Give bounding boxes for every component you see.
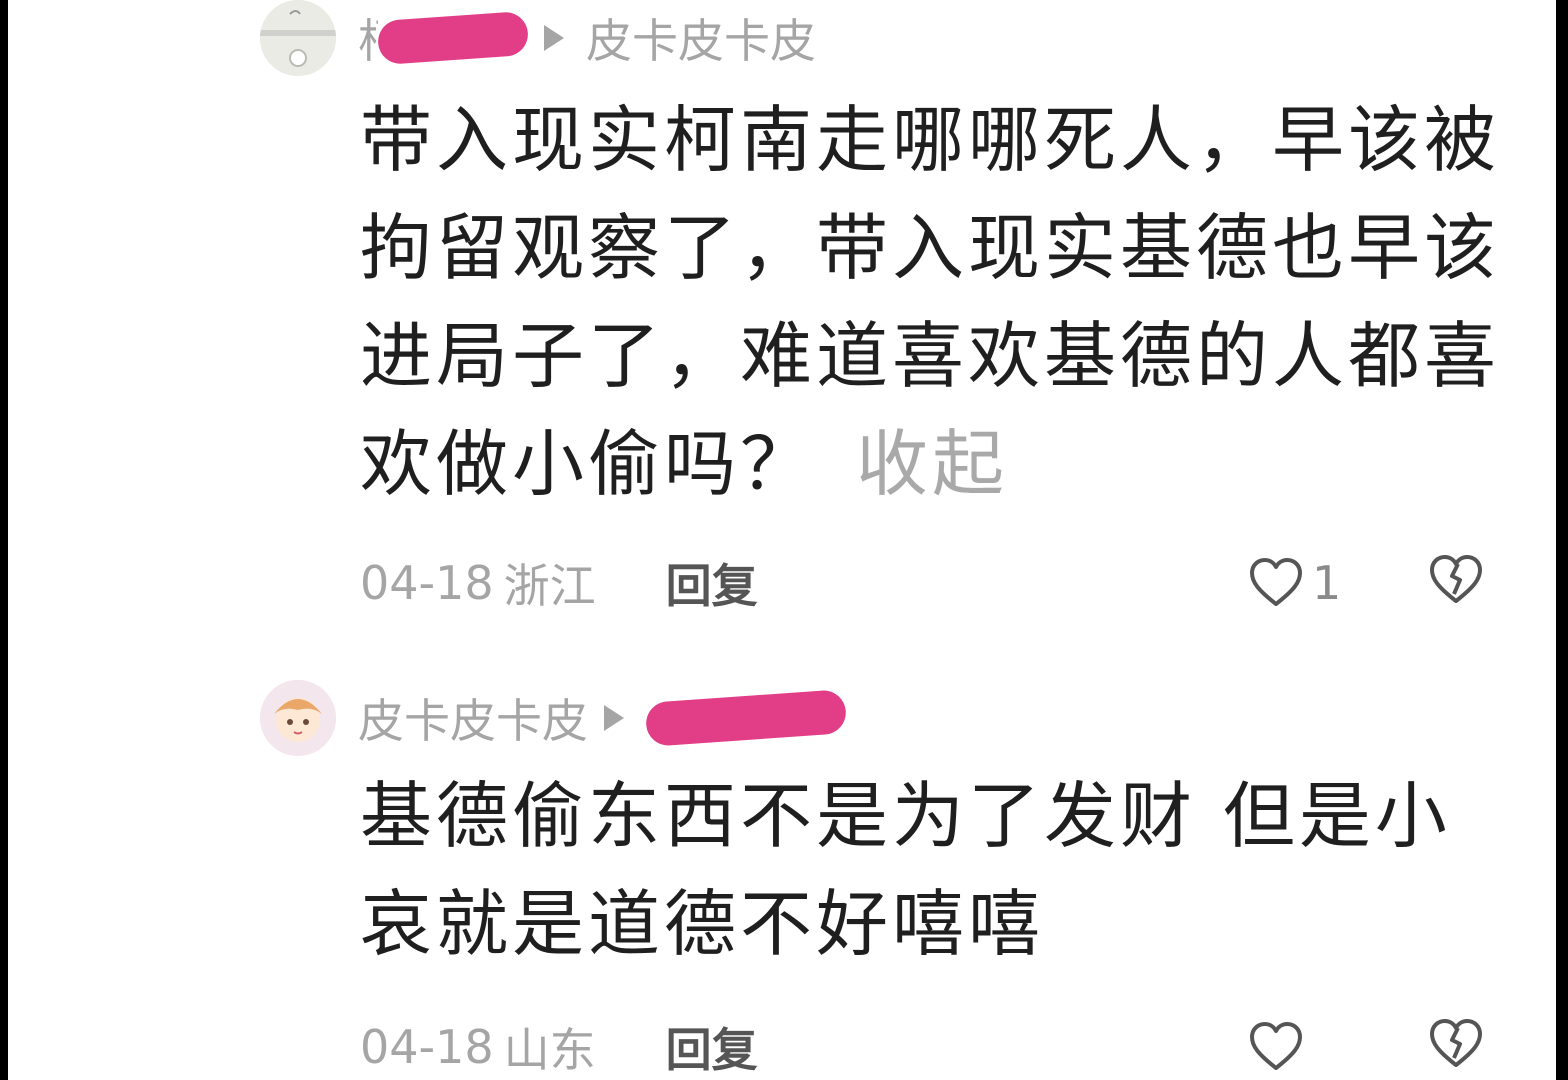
author-name[interactable]: 皮卡皮卡皮 <box>358 685 588 751</box>
heart-icon[interactable] <box>1248 557 1304 609</box>
broken-heart-icon[interactable] <box>1428 1018 1484 1070</box>
comment-meta: 04-18 山东 回复 <box>360 1012 758 1080</box>
collapse-button[interactable]: 收起 <box>856 422 1008 506</box>
comment-location: 山东 <box>503 1023 596 1077</box>
heart-icon[interactable] <box>1248 1021 1304 1073</box>
broken-heart-icon[interactable] <box>1428 554 1484 606</box>
comment-header: 柯 皮卡皮卡皮 <box>358 8 816 68</box>
reply-button[interactable]: 回复 <box>666 550 758 616</box>
comment-meta: 04-18 浙江 回复 <box>360 548 758 618</box>
avatar-image <box>260 0 336 76</box>
screen: 柯 皮卡皮卡皮 带入现实柯南走哪哪死人，早该被拘留观察了，带入现实基德也早该进局… <box>0 0 1568 1080</box>
reply-button[interactable]: 回复 <box>666 1014 758 1080</box>
like-count: 1 <box>1312 556 1342 610</box>
redaction-mark <box>644 689 848 747</box>
comment-text: 基德偷东西不是为了发财 但是小哀就是道德不好嘻嘻 <box>360 774 1451 966</box>
comment-body: 带入现实柯南走哪哪死人，早该被拘留观察了，带入现实基德也早该进局子了，难道喜欢基… <box>360 86 1500 518</box>
avatar[interactable] <box>260 0 336 76</box>
reply-arrow-icon <box>544 25 564 51</box>
comment-actions <box>1248 1012 1482 1080</box>
comment-location: 浙江 <box>503 559 596 613</box>
comment-body: 基德偷东西不是为了发财 但是小哀就是道德不好嘻嘻 <box>360 762 1520 978</box>
reply-to-name[interactable]: 皮卡皮卡皮 <box>586 5 816 71</box>
comment-header: 皮卡皮卡皮 <box>358 685 848 751</box>
comment-actions: 1 <box>1248 548 1482 618</box>
redaction-mark <box>376 10 530 66</box>
reply-arrow-icon <box>604 705 624 731</box>
avatar-image <box>260 680 336 756</box>
comment-date: 04-18 <box>360 556 494 610</box>
comment-date: 04-18 <box>360 1020 494 1074</box>
comment-thread: 柯 皮卡皮卡皮 带入现实柯南走哪哪死人，早该被拘留观察了，带入现实基德也早该进局… <box>8 0 1556 1080</box>
author-name[interactable]: 柯 <box>358 5 378 71</box>
avatar[interactable] <box>260 680 336 756</box>
